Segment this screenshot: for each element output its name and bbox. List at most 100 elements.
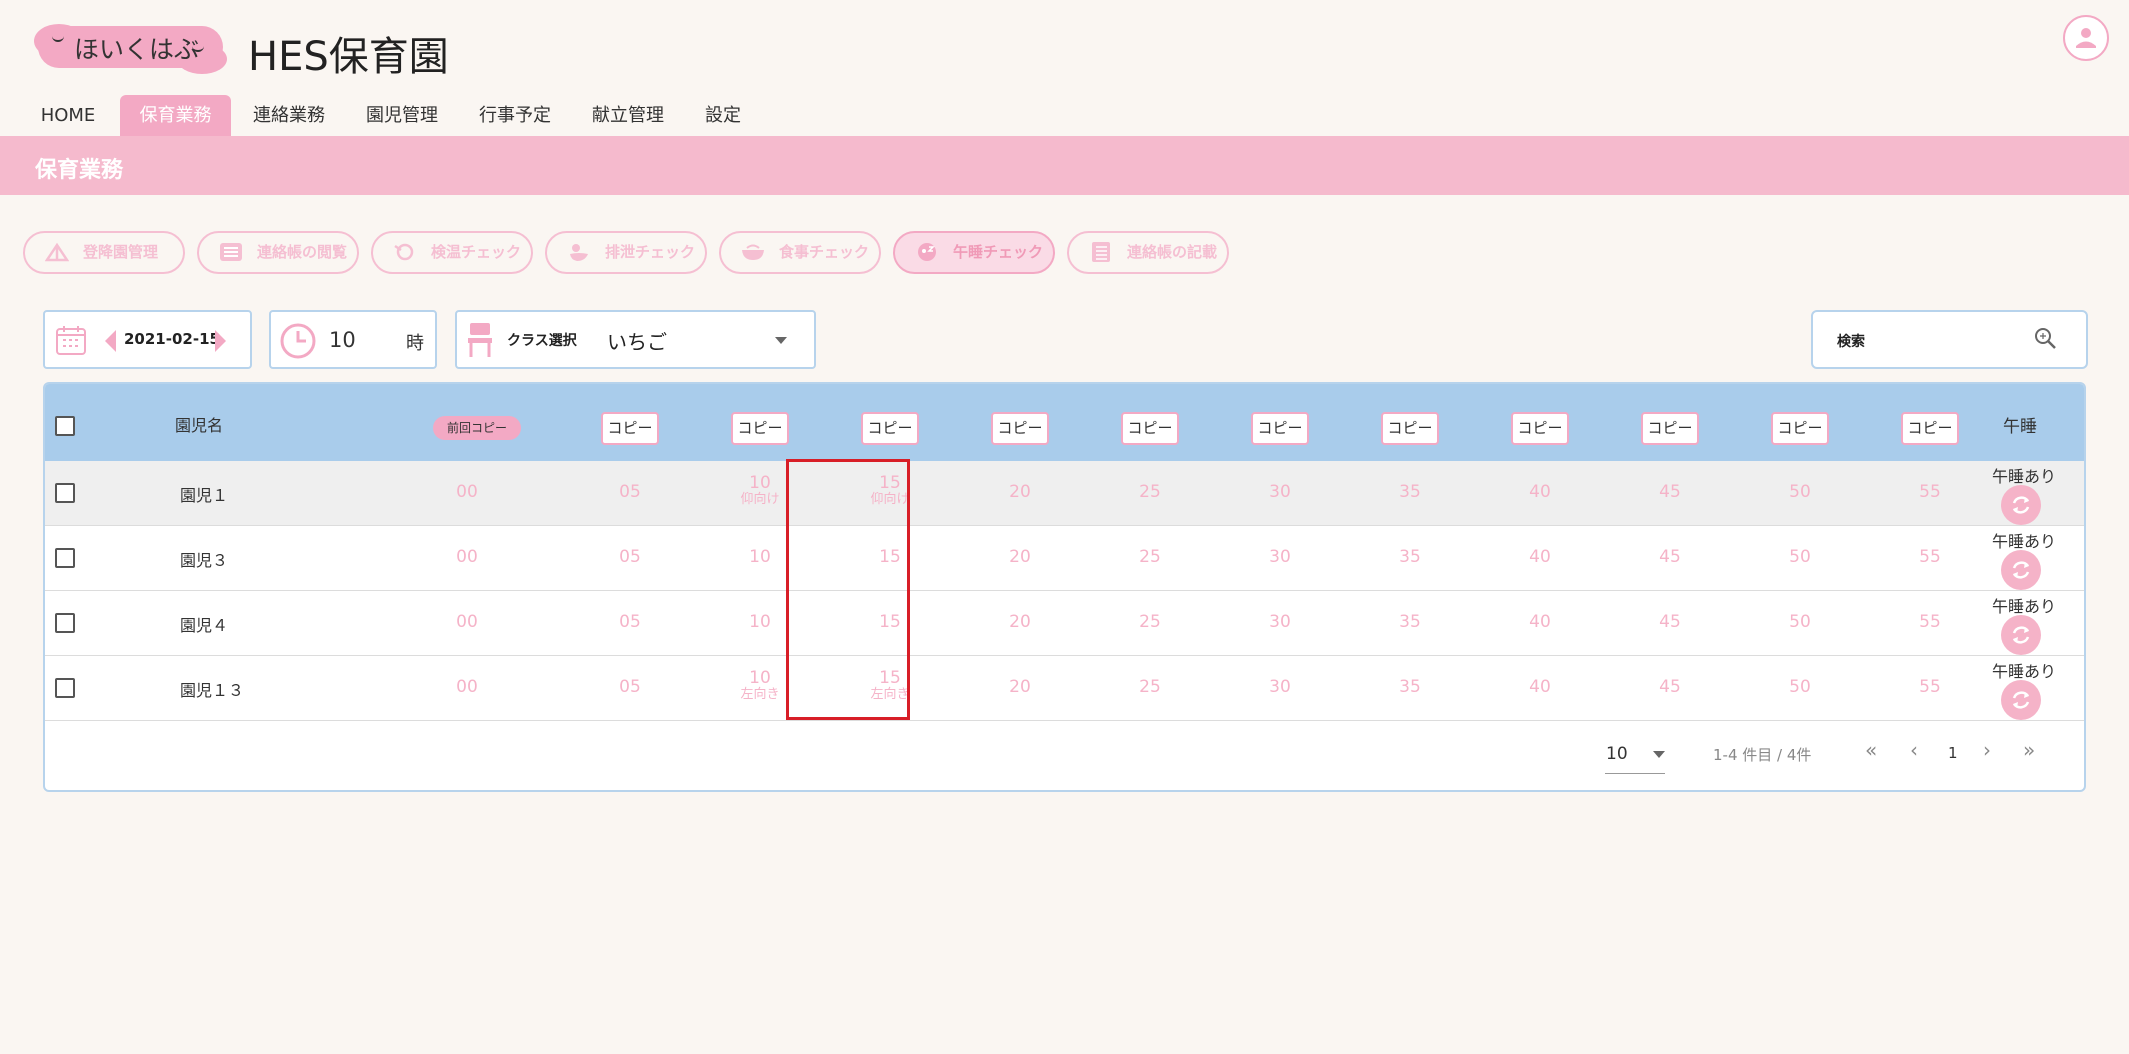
copy-button-35[interactable]: コピー	[1381, 412, 1439, 445]
class-select[interactable]: クラス選択 いちご	[455, 310, 816, 369]
write-notebook-button[interactable]: 連絡帳の記載	[1067, 231, 1229, 274]
minute-cell-50[interactable]: 50	[1760, 482, 1840, 502]
minute-cell-05[interactable]: 05	[590, 547, 670, 567]
meal-check-button[interactable]: 食事チェック	[719, 231, 881, 274]
copy-button-25[interactable]: コピー	[1121, 412, 1179, 445]
next-date-button[interactable]	[215, 330, 226, 352]
minute-cell-50[interactable]: 50	[1760, 612, 1840, 632]
minute-cell-25[interactable]: 25	[1110, 677, 1190, 697]
minute-cell-20[interactable]: 20	[980, 612, 1060, 632]
copy-button-55[interactable]: コピー	[1901, 412, 1959, 445]
minute-cell-20[interactable]: 20	[980, 482, 1060, 502]
row-checkbox[interactable]	[55, 548, 75, 568]
minute-cell-45[interactable]: 45	[1630, 677, 1710, 697]
minute-cell-35[interactable]: 35	[1370, 677, 1450, 697]
copy-button-20[interactable]: コピー	[991, 412, 1049, 445]
minute-cell-40[interactable]: 40	[1500, 547, 1580, 567]
minute-cell-35[interactable]: 35	[1370, 482, 1450, 502]
minute-cell-45[interactable]: 45	[1630, 547, 1710, 567]
minute-cell-00[interactable]: 00	[427, 547, 507, 567]
minute-value: 00	[456, 547, 478, 567]
copy-button-30[interactable]: コピー	[1251, 412, 1309, 445]
first-page-icon[interactable]: «	[1865, 738, 1877, 762]
minute-cell-55[interactable]: 55	[1890, 612, 1970, 632]
minute-cell-30[interactable]: 30	[1240, 677, 1320, 697]
minute-cell-35[interactable]: 35	[1370, 612, 1450, 632]
excretion-check-button[interactable]: 排泄チェック	[545, 231, 707, 274]
minute-cell-55[interactable]: 55	[1890, 547, 1970, 567]
per-page-select[interactable]: 10	[1606, 744, 1666, 764]
copy-button-10[interactable]: コピー	[731, 412, 789, 445]
minute-cell-50[interactable]: 50	[1760, 547, 1840, 567]
attendance-button[interactable]: 登降園管理	[23, 231, 185, 274]
minute-cell-40[interactable]: 40	[1500, 482, 1580, 502]
hour-selector[interactable]: 10 時	[269, 310, 437, 369]
nav-renraku[interactable]: 連絡業務	[245, 95, 333, 137]
minute-value: 55	[1919, 482, 1941, 502]
copy-button-15[interactable]: コピー	[861, 412, 919, 445]
minute-cell-00[interactable]: 00	[427, 677, 507, 697]
minute-cell-05[interactable]: 05	[590, 677, 670, 697]
refresh-icon[interactable]	[2001, 485, 2041, 525]
minute-cell-40[interactable]: 40	[1500, 677, 1580, 697]
copy-button-40[interactable]: コピー	[1511, 412, 1569, 445]
copy-button-45[interactable]: コピー	[1641, 412, 1699, 445]
refresh-icon[interactable]	[2001, 680, 2041, 720]
last-page-icon[interactable]: »	[2023, 738, 2035, 762]
minute-cell-50[interactable]: 50	[1760, 677, 1840, 697]
minute-value: 20	[1009, 612, 1031, 632]
row-checkbox[interactable]	[55, 678, 75, 698]
minute-cell-25[interactable]: 25	[1110, 547, 1190, 567]
refresh-icon[interactable]	[2001, 615, 2041, 655]
minute-cell-00[interactable]: 00	[427, 482, 507, 502]
minute-value: 50	[1789, 612, 1811, 632]
prev-date-button[interactable]	[105, 330, 116, 352]
search-input[interactable]: 検索	[1811, 310, 2088, 369]
minute-value: 50	[1789, 677, 1811, 697]
minute-cell-30[interactable]: 30	[1240, 482, 1320, 502]
nav-home[interactable]: HOME	[28, 95, 108, 137]
minute-cell-30[interactable]: 30	[1240, 547, 1320, 567]
copy-button-05[interactable]: コピー	[601, 412, 659, 445]
minute-cell-00[interactable]: 00	[427, 612, 507, 632]
next-page-icon[interactable]: ›	[1983, 738, 1991, 762]
minute-cell-25[interactable]: 25	[1110, 612, 1190, 632]
row-checkbox[interactable]	[55, 613, 75, 633]
meal-check-label: 食事チェック	[779, 243, 870, 261]
minute-value: 35	[1399, 547, 1421, 567]
minute-cell-55[interactable]: 55	[1890, 482, 1970, 502]
nav-hoiku[interactable]: 保育業務	[120, 95, 231, 137]
refresh-icon[interactable]	[2001, 550, 2041, 590]
date-picker[interactable]: 2021-02-15	[43, 310, 252, 369]
nav-kondate[interactable]: 献立管理	[584, 95, 672, 137]
minute-cell-45[interactable]: 45	[1630, 482, 1710, 502]
temperature-check-button[interactable]: 検温チェック	[371, 231, 533, 274]
minute-cell-40[interactable]: 40	[1500, 612, 1580, 632]
copy-button-50[interactable]: コピー	[1771, 412, 1829, 445]
minute-cell-05[interactable]: 05	[590, 612, 670, 632]
nav-enji[interactable]: 園児管理	[358, 95, 446, 137]
prev-copy-button[interactable]: 前回コピー	[433, 416, 521, 440]
minute-value: 20	[1009, 677, 1031, 697]
minute-cell-20[interactable]: 20	[980, 677, 1060, 697]
minute-cell-05[interactable]: 05	[590, 482, 670, 502]
nap-check-button[interactable]: 午睡チェック	[893, 231, 1055, 274]
minute-cell-55[interactable]: 55	[1890, 677, 1970, 697]
sleep-icon	[918, 243, 936, 261]
app-logo[interactable]: ほいくはぶ	[34, 24, 227, 74]
minute-cell-45[interactable]: 45	[1630, 612, 1710, 632]
prev-page-icon[interactable]: ‹	[1910, 738, 1918, 762]
minute-value: 05	[619, 547, 641, 567]
nav-settings[interactable]: 設定	[697, 95, 749, 137]
minute-cell-30[interactable]: 30	[1240, 612, 1320, 632]
select-all-checkbox[interactable]	[55, 416, 75, 436]
nav-gyouji[interactable]: 行事予定	[471, 95, 559, 137]
user-avatar-icon[interactable]	[2063, 15, 2109, 61]
minute-cell-25[interactable]: 25	[1110, 482, 1190, 502]
view-notebook-button[interactable]: 連絡帳の閲覧	[197, 231, 359, 274]
child-name: 園児１	[180, 486, 229, 505]
row-checkbox[interactable]	[55, 483, 75, 503]
minute-cell-35[interactable]: 35	[1370, 547, 1450, 567]
minute-cell-20[interactable]: 20	[980, 547, 1060, 567]
minute-value: 45	[1659, 612, 1681, 632]
